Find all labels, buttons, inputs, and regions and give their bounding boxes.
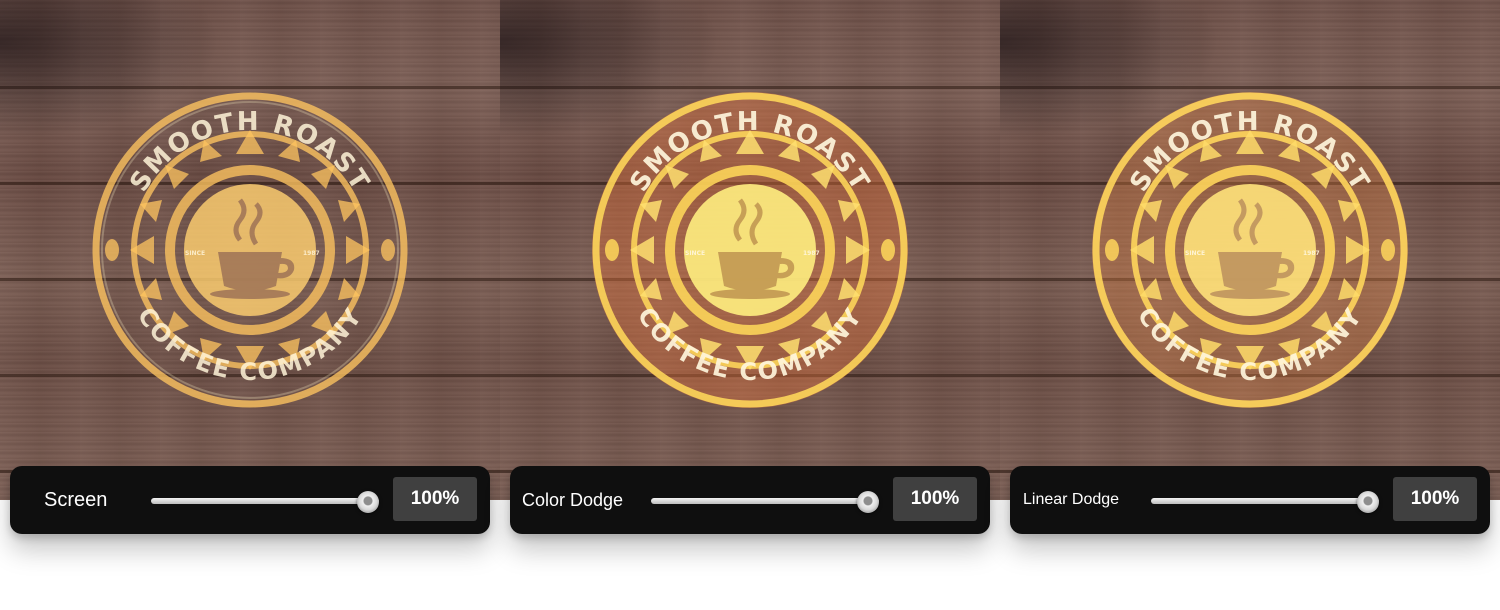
seal-since-label: SINCE [185, 250, 205, 257]
wood-photo: SMOOTH ROAST COFFEE COMPANY SINCE 1987 [1000, 0, 1500, 500]
coffee-seal-logo: SMOOTH ROAST COFFEE COMPANY SINCE 1987 [92, 92, 408, 408]
blend-panel-linear-dodge: SMOOTH ROAST COFFEE COMPANY SINCE 1987 L… [1000, 0, 1500, 610]
seal-year-label: 1987 [803, 250, 820, 257]
opacity-value-field[interactable]: 100% [393, 477, 477, 521]
coffee-seal-logo: SMOOTH ROAST COFFEE COMPANY SINCE 1987 [1092, 92, 1408, 408]
blend-controls: Screen 100% [10, 466, 490, 534]
blend-panel-screen: SMOOTH ROAST COFFEE COMPANY SINCE 1987 S… [0, 0, 500, 610]
blend-mode-label: Linear Dodge [1023, 491, 1120, 508]
opacity-slider[interactable] [151, 491, 379, 513]
opacity-slider-thumb[interactable] [357, 491, 379, 513]
opacity-slider[interactable] [651, 491, 879, 513]
blend-controls: Color Dodge 100% [510, 466, 990, 534]
seal-year-label: 1987 [1303, 250, 1320, 257]
opacity-value-field[interactable]: 100% [893, 477, 977, 521]
opacity-slider-thumb[interactable] [857, 491, 879, 513]
opacity-slider[interactable] [1151, 491, 1379, 513]
blend-mode-label: Color Dodge [522, 490, 624, 510]
blend-controls: Linear Dodge 100% [1010, 466, 1490, 534]
blend-mode-label: Screen [44, 489, 108, 511]
opacity-slider-thumb[interactable] [1357, 491, 1379, 513]
seal-since-label: SINCE [685, 250, 705, 257]
opacity-value-field[interactable]: 100% [1393, 477, 1477, 521]
blend-panel-color-dodge: SMOOTH ROAST COFFEE COMPANY SINCE 1987 C… [500, 0, 1000, 610]
seal-since-label: SINCE [1185, 250, 1205, 257]
wood-photo: SMOOTH ROAST COFFEE COMPANY SINCE 1987 [500, 0, 1000, 500]
coffee-seal-logo: SMOOTH ROAST COFFEE COMPANY SINCE 1987 [592, 92, 908, 408]
seal-year-label: 1987 [303, 250, 320, 257]
wood-photo: SMOOTH ROAST COFFEE COMPANY SINCE 1987 [0, 0, 500, 500]
